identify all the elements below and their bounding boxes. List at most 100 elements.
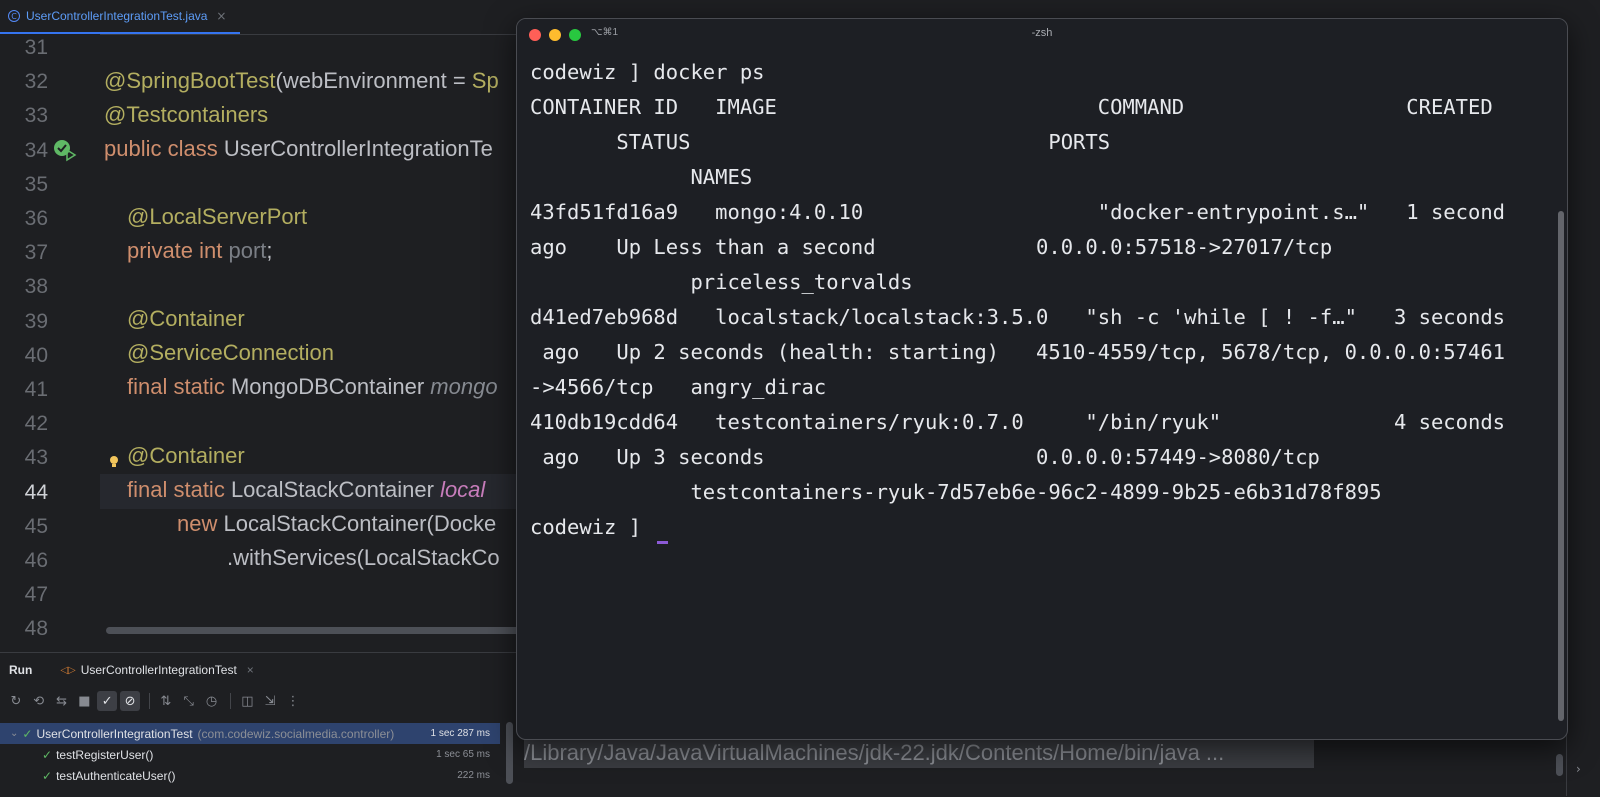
- stop-icon[interactable]: ■: [74, 691, 94, 711]
- test-tree-root[interactable]: ⌄ ✓ UserControllerIntegrationTest (com.c…: [0, 723, 500, 744]
- show-passed-icon[interactable]: ✓: [97, 691, 118, 711]
- run-panel-title: Run: [9, 663, 33, 677]
- code-text: .withServices(LocalStackCo: [227, 545, 500, 570]
- line-number: 48: [24, 617, 48, 641]
- keyword: final static: [127, 374, 231, 399]
- line-number: 41: [24, 378, 48, 401]
- run-tool-window: Run ◁▷ UserControllerIntegrationTest × ↻ ⟲…: [0, 652, 525, 797]
- passed-check-icon: ✓: [22, 726, 33, 741]
- run-toolbar: ↻ ⟲ ⇆ ■ ✓ ⊘ ⇅ ⤡ ◷ ◫ ⇲ ⋮: [0, 687, 306, 715]
- annotation: @LocalServerPort: [127, 204, 308, 229]
- console-scrollbar[interactable]: [1556, 754, 1563, 776]
- chevron-right-icon[interactable]: ›: [1576, 762, 1581, 776]
- terminal-line: ago Up 3 seconds 0.0.0.0:57449->8080/tcp: [530, 445, 1320, 469]
- chevron-down-icon[interactable]: ⌄: [10, 728, 18, 739]
- test-tree-item[interactable]: ✓ testAuthenticateUser() 222 ms: [0, 765, 500, 786]
- line-number: 42: [24, 412, 48, 436]
- line-number: 31: [24, 36, 48, 59]
- code-text: (webEnvironment =: [275, 68, 472, 93]
- code-line-43: @Container: [127, 438, 245, 473]
- passed-check-icon: ✓: [42, 768, 53, 783]
- terminal-line: ago Up 2 seconds (health: starting) 4510…: [530, 340, 1506, 364]
- line-number: 46: [24, 549, 48, 572]
- right-tool-strip: [1566, 34, 1600, 796]
- line-number: 44: [24, 480, 48, 504]
- field-name: port: [228, 238, 267, 263]
- line-number: 33: [24, 104, 48, 128]
- code-line-32: @SpringBootTest(webEnvironment = Sp: [104, 63, 499, 98]
- keyword: new: [177, 511, 224, 536]
- close-icon[interactable]: ×: [216, 9, 226, 23]
- more-options-icon[interactable]: ⋮: [283, 691, 303, 711]
- rerun-failed-icon[interactable]: ⟲: [29, 691, 49, 711]
- terminal-line: ago Up Less than a second 0.0.0.0:57518-…: [530, 235, 1333, 259]
- terminal-line: 410db19cdd64 testcontainers/ryuk:0.7.0 "…: [530, 410, 1506, 434]
- editor-tab-label: UserControllerIntegrationTest.java: [26, 9, 208, 23]
- terminal-line: ->4566/tcp angry_dirac: [530, 375, 827, 399]
- camera-icon[interactable]: ◫: [237, 691, 257, 711]
- code-text: LocalStackContainer(Docke: [223, 511, 497, 536]
- code-line-33: @Testcontainers: [104, 97, 268, 132]
- line-number: 40: [24, 343, 48, 367]
- test-duration: 222 ms: [457, 770, 490, 781]
- terminal-title: -zsh: [1031, 27, 1053, 39]
- run-panel-header: Run ◁▷ UserControllerIntegrationTest ×: [0, 653, 525, 687]
- type-name: MongoDBContainer: [230, 374, 431, 399]
- test-duration: 1 sec 65 ms: [436, 749, 490, 760]
- terminal-line: 43fd51fd16a9 mongo:4.0.10 "docker-entryp…: [530, 200, 1506, 224]
- sort-alphabetically-icon[interactable]: ⇅: [156, 691, 176, 711]
- type-name: LocalStackContainer: [230, 477, 441, 502]
- run-tab[interactable]: ◁▷ UserControllerIntegrationTest ×: [60, 663, 253, 677]
- test-tree-item[interactable]: ✓ testRegisterUser() 1 sec 65 ms: [0, 744, 500, 765]
- line-number: 47: [24, 583, 48, 607]
- collapse-all-icon[interactable]: ⤡: [179, 691, 199, 711]
- keyword: public class: [104, 136, 224, 161]
- code-line-45: new LocalStackContainer(Docke: [177, 506, 496, 541]
- terminal-output[interactable]: codewiz ] docker ps CONTAINER ID IMAGE C…: [530, 55, 1560, 545]
- code-text: ;: [266, 238, 273, 263]
- terminal-scrollbar[interactable]: [1558, 211, 1564, 721]
- show-ignored-icon[interactable]: ⊘: [120, 691, 140, 711]
- keyword: private int: [127, 238, 229, 263]
- class-name: UserControllerIntegrationTe: [223, 136, 493, 161]
- code-line-41: final static MongoDBContainer mongo: [127, 369, 498, 404]
- import-tests-icon[interactable]: ⇲: [260, 691, 280, 711]
- passed-check-icon: ✓: [42, 747, 53, 762]
- line-number: 32: [24, 70, 48, 94]
- terminal-line: STATUS PORTS: [530, 130, 1111, 154]
- toggle-auto-test-icon[interactable]: ⇆: [52, 691, 72, 711]
- code-content: @SpringBootTest(webEnvironment = Sp @Tes…: [104, 34, 525, 645]
- sort-by-duration-icon[interactable]: ◷: [202, 691, 222, 711]
- tree-scrollbar[interactable]: [506, 722, 513, 784]
- terminal-prompt-line[interactable]: codewiz ]: [530, 510, 1560, 545]
- terminal-title-bar: ⌥⌘1 -zsh: [517, 19, 1567, 49]
- terminal-prompt: codewiz ]: [530, 515, 654, 539]
- terminal-line: NAMES: [530, 165, 753, 189]
- toolbar-separator: [148, 693, 150, 709]
- annotation: @SpringBootTest: [104, 68, 276, 93]
- code-editor[interactable]: 31 32 33 34 35 36 37 38 39 40 41 42 43 44 45 46 47 48 @Sp…: [0, 34, 525, 645]
- terminal-line: d41ed7eb968d localstack/localstack:3.5.0…: [530, 305, 1506, 329]
- run-test-icon[interactable]: [52, 138, 78, 164]
- test-results-tree: ⌄ ✓ UserControllerIntegrationTest (com.c…: [0, 723, 500, 786]
- test-class-package: (com.codewiz.socialmedia.controller): [197, 726, 395, 741]
- code-line-39: @Container: [127, 301, 245, 336]
- line-number: 35: [24, 172, 48, 196]
- close-icon[interactable]: ×: [247, 663, 254, 677]
- code-line-36: @LocalServerPort: [127, 199, 307, 234]
- terminal-window[interactable]: ⌥⌘1 -zsh codewiz ] docker ps CONTAINER I…: [516, 18, 1568, 740]
- toolbar-separator: [230, 693, 232, 709]
- rerun-icon[interactable]: ↻: [6, 691, 26, 711]
- code-text: Sp: [471, 68, 499, 93]
- terminal-line: testcontainers-ryuk-7d57eb6e-96c2-4899-9…: [530, 480, 1382, 504]
- test-config-icon: ◁▷: [60, 664, 76, 676]
- keyword: final static: [127, 477, 231, 502]
- code-line-44: final static LocalStackContainer local: [127, 472, 485, 507]
- editor-tab-usercontrollerintegrationtest[interactable]: C UserControllerIntegrationTest.java ×: [0, 0, 240, 34]
- run-tab-label: UserControllerIntegrationTest: [80, 663, 237, 677]
- test-method-name: testRegisterUser(): [56, 747, 154, 762]
- horizontal-scrollbar[interactable]: [106, 627, 525, 634]
- code-line-46: .withServices(LocalStackCo: [227, 540, 500, 575]
- line-number-gutter: 31 32 33 34 35 36 37 38 39 40 41 42 43 44 45 46 47 48: [0, 34, 100, 645]
- code-line-34: public class UserControllerIntegrationTe: [104, 131, 493, 166]
